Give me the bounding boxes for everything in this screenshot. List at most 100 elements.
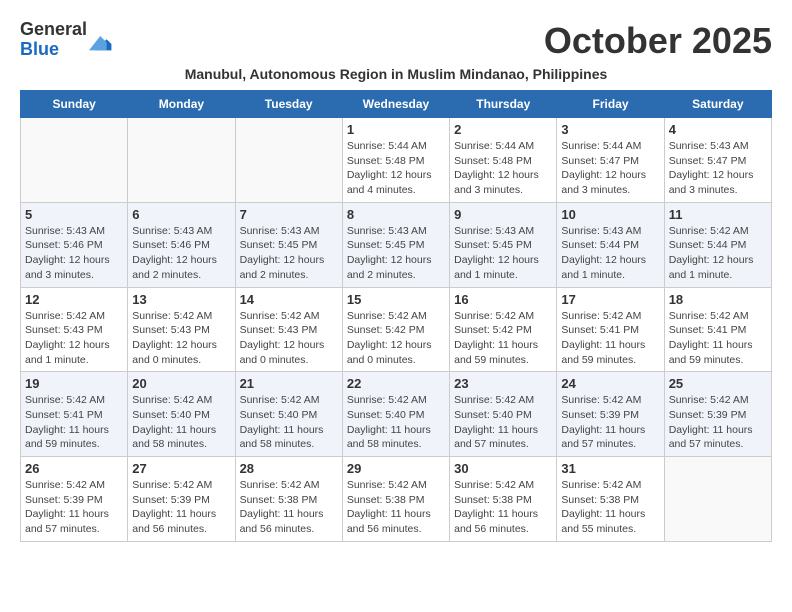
calendar-week-row: 26 Sunrise: 5:42 AM Sunset: 5:39 PM Dayli…: [21, 457, 772, 542]
day-number: 2: [454, 122, 552, 137]
day-number: 1: [347, 122, 445, 137]
day-info: Sunrise: 5:42 AM Sunset: 5:40 PM Dayligh…: [132, 393, 230, 452]
day-number: 19: [25, 376, 123, 391]
day-number: 12: [25, 292, 123, 307]
day-info: Sunrise: 5:42 AM Sunset: 5:38 PM Dayligh…: [240, 478, 338, 537]
calendar-cell: 30Sunrise: 5:42 AM Sunset: 5:38 PM Dayli…: [450, 457, 557, 542]
day-number: 22: [347, 376, 445, 391]
calendar-week-row: 12 Sunrise: 5:42 AM Sunset: 5:43 PM Dayli…: [21, 287, 772, 372]
day-info: Sunrise: 5:42 AM Sunset: 5:43 PM Dayligh…: [240, 309, 338, 368]
calendar-cell: 15 Sunrise: 5:42 AM Sunset: 5:42 PM Dayli…: [342, 287, 449, 372]
calendar-cell: [664, 457, 771, 542]
day-info: Sunrise: 5:42 AM Sunset: 5:41 PM Dayligh…: [669, 309, 767, 368]
day-number: 28: [240, 461, 338, 476]
page-header: General Blue October 2025: [20, 20, 772, 62]
day-info: Sunrise: 5:43 AM Sunset: 5:46 PM Dayligh…: [132, 224, 230, 283]
calendar-cell: 20 Sunrise: 5:42 AM Sunset: 5:40 PM Dayli…: [128, 372, 235, 457]
column-header-tuesday: Tuesday: [235, 91, 342, 118]
calendar-cell: 24 Sunrise: 5:42 AM Sunset: 5:39 PM Dayli…: [557, 372, 664, 457]
day-number: 24: [561, 376, 659, 391]
column-header-sunday: Sunday: [21, 91, 128, 118]
logo: General Blue: [20, 20, 113, 60]
calendar-week-row: 19Sunrise: 5:42 AM Sunset: 5:41 PM Dayli…: [21, 372, 772, 457]
day-info: Sunrise: 5:44 AM Sunset: 5:48 PM Dayligh…: [347, 139, 445, 198]
day-number: 3: [561, 122, 659, 137]
day-info: Sunrise: 5:42 AM Sunset: 5:44 PM Dayligh…: [669, 224, 767, 283]
day-info: Sunrise: 5:42 AM Sunset: 5:38 PM Dayligh…: [561, 478, 659, 537]
calendar-cell: 25 Sunrise: 5:42 AM Sunset: 5:39 PM Dayli…: [664, 372, 771, 457]
day-number: 29: [347, 461, 445, 476]
day-info: Sunrise: 5:42 AM Sunset: 5:40 PM Dayligh…: [454, 393, 552, 452]
calendar-cell: 4 Sunrise: 5:43 AM Sunset: 5:47 PM Daylig…: [664, 118, 771, 203]
column-header-wednesday: Wednesday: [342, 91, 449, 118]
calendar-cell: 31 Sunrise: 5:42 AM Sunset: 5:38 PM Dayli…: [557, 457, 664, 542]
day-info: Sunrise: 5:42 AM Sunset: 5:39 PM Dayligh…: [25, 478, 123, 537]
day-info: Sunrise: 5:42 AM Sunset: 5:43 PM Dayligh…: [132, 309, 230, 368]
day-info: Sunrise: 5:42 AM Sunset: 5:39 PM Dayligh…: [132, 478, 230, 537]
calendar-cell: 27 Sunrise: 5:42 AM Sunset: 5:39 PM Dayli…: [128, 457, 235, 542]
day-number: 25: [669, 376, 767, 391]
day-info: Sunrise: 5:43 AM Sunset: 5:45 PM Dayligh…: [240, 224, 338, 283]
day-info: Sunrise: 5:42 AM Sunset: 5:38 PM Dayligh…: [454, 478, 552, 537]
day-number: 23: [454, 376, 552, 391]
day-number: 11: [669, 207, 767, 222]
day-number: 16: [454, 292, 552, 307]
calendar-cell: [235, 118, 342, 203]
day-number: 18: [669, 292, 767, 307]
day-number: 10: [561, 207, 659, 222]
calendar-cell: 1 Sunrise: 5:44 AM Sunset: 5:48 PM Daylig…: [342, 118, 449, 203]
day-info: Sunrise: 5:42 AM Sunset: 5:41 PM Dayligh…: [561, 309, 659, 368]
calendar-cell: 22 Sunrise: 5:42 AM Sunset: 5:40 PM Dayli…: [342, 372, 449, 457]
calendar-cell: 13 Sunrise: 5:42 AM Sunset: 5:43 PM Dayli…: [128, 287, 235, 372]
day-number: 9: [454, 207, 552, 222]
column-header-saturday: Saturday: [664, 91, 771, 118]
calendar-cell: 10 Sunrise: 5:43 AM Sunset: 5:44 PM Dayli…: [557, 202, 664, 287]
day-number: 21: [240, 376, 338, 391]
day-info: Sunrise: 5:42 AM Sunset: 5:42 PM Dayligh…: [347, 309, 445, 368]
day-info: Sunrise: 5:43 AM Sunset: 5:45 PM Dayligh…: [454, 224, 552, 283]
calendar-cell: 17 Sunrise: 5:42 AM Sunset: 5:41 PM Dayli…: [557, 287, 664, 372]
day-number: 20: [132, 376, 230, 391]
day-number: 31: [561, 461, 659, 476]
day-info: Sunrise: 5:44 AM Sunset: 5:47 PM Dayligh…: [561, 139, 659, 198]
calendar-header-row: SundayMondayTuesdayWednesdayThursdayFrid…: [21, 91, 772, 118]
calendar-week-row: 1 Sunrise: 5:44 AM Sunset: 5:48 PM Daylig…: [21, 118, 772, 203]
calendar-cell: 21Sunrise: 5:42 AM Sunset: 5:40 PM Dayli…: [235, 372, 342, 457]
day-info: Sunrise: 5:43 AM Sunset: 5:47 PM Dayligh…: [669, 139, 767, 198]
calendar-cell: 23 Sunrise: 5:42 AM Sunset: 5:40 PM Dayli…: [450, 372, 557, 457]
day-number: 8: [347, 207, 445, 222]
day-number: 13: [132, 292, 230, 307]
day-info: Sunrise: 5:42 AM Sunset: 5:39 PM Dayligh…: [561, 393, 659, 452]
day-info: Sunrise: 5:42 AM Sunset: 5:38 PM Dayligh…: [347, 478, 445, 537]
day-info: Sunrise: 5:42 AM Sunset: 5:39 PM Dayligh…: [669, 393, 767, 452]
day-number: 6: [132, 207, 230, 222]
calendar-cell: 11 Sunrise: 5:42 AM Sunset: 5:44 PM Dayli…: [664, 202, 771, 287]
day-number: 26: [25, 461, 123, 476]
calendar-cell: [21, 118, 128, 203]
calendar-cell: 12 Sunrise: 5:42 AM Sunset: 5:43 PM Dayli…: [21, 287, 128, 372]
day-number: 27: [132, 461, 230, 476]
calendar-cell: 28 Sunrise: 5:42 AM Sunset: 5:38 PM Dayli…: [235, 457, 342, 542]
day-info: Sunrise: 5:42 AM Sunset: 5:40 PM Dayligh…: [347, 393, 445, 452]
calendar-week-row: 5Sunrise: 5:43 AM Sunset: 5:46 PM Daylig…: [21, 202, 772, 287]
column-header-thursday: Thursday: [450, 91, 557, 118]
day-number: 15: [347, 292, 445, 307]
day-number: 7: [240, 207, 338, 222]
calendar-table: SundayMondayTuesdayWednesdayThursdayFrid…: [20, 90, 772, 542]
column-header-monday: Monday: [128, 91, 235, 118]
day-number: 4: [669, 122, 767, 137]
calendar-cell: 16 Sunrise: 5:42 AM Sunset: 5:42 PM Dayli…: [450, 287, 557, 372]
day-number: 14: [240, 292, 338, 307]
day-info: Sunrise: 5:42 AM Sunset: 5:43 PM Dayligh…: [25, 309, 123, 368]
day-number: 17: [561, 292, 659, 307]
page-subtitle: Manubul, Autonomous Region in Muslim Min…: [20, 66, 772, 82]
calendar-cell: 18 Sunrise: 5:42 AM Sunset: 5:41 PM Dayli…: [664, 287, 771, 372]
day-info: Sunrise: 5:43 AM Sunset: 5:46 PM Dayligh…: [25, 224, 123, 283]
calendar-cell: 6 Sunrise: 5:43 AM Sunset: 5:46 PM Daylig…: [128, 202, 235, 287]
day-info: Sunrise: 5:43 AM Sunset: 5:45 PM Dayligh…: [347, 224, 445, 283]
day-info: Sunrise: 5:43 AM Sunset: 5:44 PM Dayligh…: [561, 224, 659, 283]
day-info: Sunrise: 5:42 AM Sunset: 5:42 PM Dayligh…: [454, 309, 552, 368]
calendar-cell: 2Sunrise: 5:44 AM Sunset: 5:48 PM Daylig…: [450, 118, 557, 203]
calendar-cell: 9 Sunrise: 5:43 AM Sunset: 5:45 PM Daylig…: [450, 202, 557, 287]
calendar-cell: [128, 118, 235, 203]
